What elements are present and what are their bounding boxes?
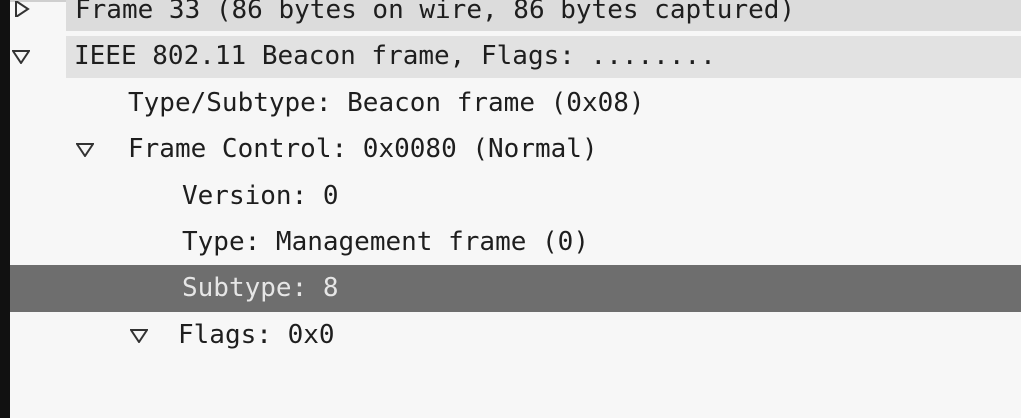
tree-row-label: Subtype: 8 <box>182 273 339 303</box>
tree-row-type-subtype[interactable]: Type/Subtype: Beacon frame (0x08) <box>10 80 1021 126</box>
tree-row-label: Version: 0 <box>182 181 339 211</box>
triangle-down-icon[interactable] <box>130 312 156 358</box>
packet-details-pane: Frame 33 (86 bytes on wire, 86 bytes cap… <box>10 0 1021 418</box>
tree-row-label: Type: Management frame (0) <box>182 227 589 257</box>
tree-row-frame-control[interactable]: Frame Control: 0x0080 (Normal) <box>10 126 1021 172</box>
tree-row-label: Frame Control: 0x0080 (Normal) <box>128 134 598 164</box>
tree-row-version[interactable]: Version: 0 <box>10 173 1021 219</box>
tree-row-label: Type/Subtype: Beacon frame (0x08) <box>128 88 645 118</box>
tree-row-flags[interactable]: Flags: 0x0 <box>10 312 1021 358</box>
tree-row-label: IEEE 802.11 Beacon frame, Flags: .......… <box>74 41 716 71</box>
triangle-down-icon[interactable] <box>12 33 38 79</box>
triangle-right-icon[interactable] <box>14 0 40 33</box>
tree-row-frame[interactable]: Frame 33 (86 bytes on wire, 86 bytes cap… <box>10 0 1021 33</box>
tree-row-type[interactable]: Type: Management frame (0) <box>10 219 1021 265</box>
tree-row-ieee80211[interactable]: IEEE 802.11 Beacon frame, Flags: .......… <box>10 33 1021 79</box>
triangle-down-icon[interactable] <box>76 126 102 172</box>
tree-row-label: Frame 33 (86 bytes on wire, 86 bytes cap… <box>75 0 796 25</box>
tree-row-label: Flags: 0x0 <box>178 320 335 350</box>
tree-row-subtype-selected[interactable]: Subtype: 8 <box>10 265 1021 312</box>
